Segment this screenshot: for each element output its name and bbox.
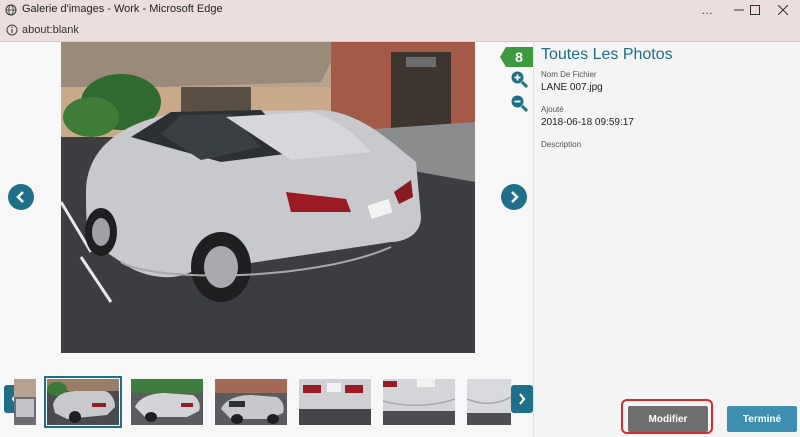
previous-photo-button[interactable] <box>8 184 34 210</box>
main-photo <box>61 42 475 353</box>
next-photo-button[interactable] <box>501 184 527 210</box>
car-photo-image <box>61 42 475 353</box>
more-options-button[interactable]: … <box>690 0 724 20</box>
added-value: 2018-06-18 09:59:17 <box>541 117 634 128</box>
thumbnail-strip <box>0 375 533 437</box>
chevron-left-icon <box>16 191 24 203</box>
image-viewer: 8 <box>0 42 533 437</box>
window-titlebar: Galerie d'images - Work - Microsoft Edge… <box>0 0 800 20</box>
chevron-right-icon <box>519 393 526 405</box>
thumbnail-5[interactable] <box>299 379 371 425</box>
thumbnail-1[interactable] <box>14 379 36 425</box>
zoom-in-icon[interactable] <box>510 70 528 88</box>
photo-count: 8 <box>515 49 523 65</box>
address-url[interactable]: about:blank <box>22 24 79 36</box>
thumbnail-7[interactable] <box>467 379 511 425</box>
window-title: Galerie d'images - Work - Microsoft Edge <box>22 3 223 15</box>
panel-title: Toutes Les Photos <box>541 46 673 63</box>
modify-button[interactable]: Modifier <box>628 406 708 432</box>
zoom-out-icon[interactable] <box>510 94 528 112</box>
thumbnail-6[interactable] <box>383 379 455 425</box>
ellipsis-icon: … <box>701 3 713 17</box>
filename-value: LANE 007.jpg <box>541 82 603 93</box>
done-button[interactable]: Terminé <box>727 406 797 432</box>
close-window-button[interactable] <box>766 0 800 20</box>
maximize-icon <box>750 5 760 15</box>
photo-count-badge: 8 <box>500 47 533 67</box>
info-icon <box>6 24 18 36</box>
address-bar[interactable]: about:blank <box>0 20 800 42</box>
thumbnail-3[interactable] <box>131 379 203 425</box>
close-icon <box>778 5 788 15</box>
details-panel: Toutes Les Photos Nom De Fichier LANE 00… <box>533 42 800 437</box>
filename-label: Nom De Fichier <box>541 70 597 79</box>
thumbnails-next-button[interactable] <box>511 385 533 413</box>
chevron-right-icon <box>511 191 519 203</box>
globe-icon <box>5 4 17 16</box>
added-label: Ajouté <box>541 105 564 114</box>
gallery-dialog: 8 Toutes Les Photos Nom De Fichier LANE … <box>0 42 800 437</box>
description-label: Description <box>541 140 582 149</box>
thumbnail-2[interactable] <box>44 376 122 428</box>
thumbnail-4[interactable] <box>215 379 287 425</box>
